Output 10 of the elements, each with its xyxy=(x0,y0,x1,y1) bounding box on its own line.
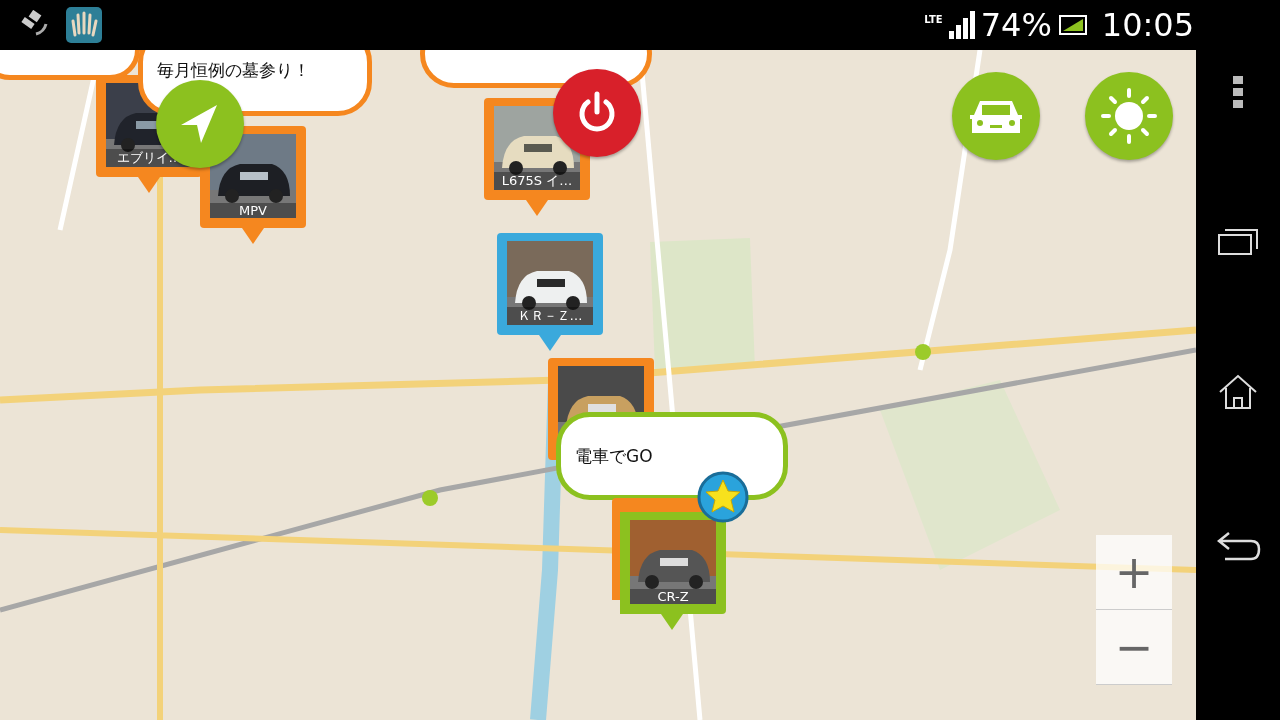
menu-icon[interactable] xyxy=(1233,76,1243,108)
clock: 10:05 xyxy=(1101,6,1194,44)
signal-icon xyxy=(948,11,975,39)
recent-apps-icon[interactable] xyxy=(1218,227,1258,255)
network-type: LTE xyxy=(924,14,943,25)
hand-app-icon xyxy=(66,7,102,43)
battery-icon xyxy=(1057,14,1088,36)
back-icon[interactable] xyxy=(1215,529,1261,561)
battery-percent: 74% xyxy=(980,6,1052,44)
home-icon[interactable] xyxy=(1218,374,1258,410)
